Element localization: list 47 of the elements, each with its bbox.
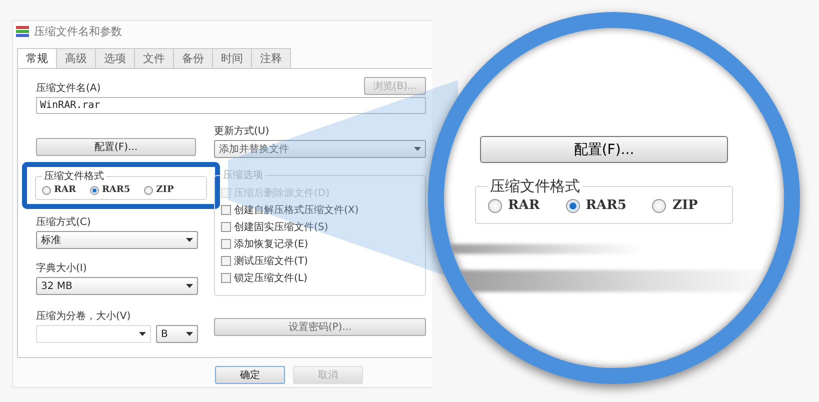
radio-button[interactable]: RAR5	[566, 198, 626, 213]
tab[interactable]: 注释	[251, 48, 291, 69]
dropdown-arrow-icon	[139, 332, 146, 336]
checkbox[interactable]	[221, 204, 231, 214]
group-title: 压缩选项	[222, 168, 264, 182]
field-label: 字典大小(I)	[36, 262, 88, 275]
dropdown-arrow-icon	[186, 284, 193, 288]
field-label: 压缩文件名(A)	[36, 82, 101, 95]
checkbox[interactable]	[221, 272, 231, 282]
checkbox-label: 添加恢复记录(E)	[234, 238, 308, 250]
radio-button[interactable]: ZIP	[652, 198, 698, 213]
profiles-button[interactable]: 配置(F)...	[480, 136, 728, 163]
field-label: 压缩为分卷，大小(V)	[36, 310, 132, 323]
group-title: 压缩文件格式	[43, 170, 105, 183]
password-button[interactable]: 设置密码(P)...	[214, 318, 426, 336]
dropdown[interactable]: 32 MB	[36, 277, 198, 295]
profiles-button[interactable]: 配置(F)...	[36, 138, 196, 156]
checkbox[interactable]	[221, 238, 231, 248]
checkbox[interactable]	[221, 256, 231, 266]
tab[interactable]: 常规	[17, 48, 57, 68]
dropdown-arrow-icon	[414, 147, 421, 151]
input-field[interactable]: WinRAR.rar	[36, 97, 426, 114]
checkbox[interactable]	[221, 222, 231, 232]
field-label: 压缩方式(C)	[36, 216, 92, 229]
group-title: 压缩文件格式	[489, 177, 581, 196]
tab[interactable]: 时间	[212, 48, 252, 69]
window-title: 压缩文件名和参数	[34, 24, 122, 38]
radio-button[interactable]: RAR5	[90, 185, 130, 195]
radio-button[interactable]: RAR	[488, 198, 540, 213]
dropdown[interactable]: 标准	[36, 231, 198, 249]
dropdown-arrow-icon	[186, 238, 193, 242]
field-label: 更新方式(U)	[214, 124, 270, 138]
checkbox-label: 创建自解压格式压缩文件(X)	[234, 204, 359, 216]
checkbox-label: 锁定压缩文件(L)	[234, 272, 308, 284]
tab[interactable]: 备份	[173, 48, 213, 69]
radio-button[interactable]: ZIP	[144, 185, 174, 195]
dropdown-arrow-icon	[186, 332, 193, 336]
dropdown[interactable]: 添加并替换文件	[214, 140, 426, 158]
checkbox-label: 创建固实压缩文件(S)	[234, 220, 328, 234]
tab[interactable]: 高级	[56, 48, 96, 69]
books-icon	[16, 24, 29, 38]
tab[interactable]: 文件	[134, 48, 174, 69]
radio-button[interactable]: RAR	[42, 185, 76, 195]
checkbox-label: 测试压缩文件(T)	[234, 254, 308, 268]
dialog-button[interactable]: 确定	[215, 366, 285, 384]
tab[interactable]: 选项	[95, 48, 135, 69]
dropdown[interactable]: B	[156, 325, 198, 343]
